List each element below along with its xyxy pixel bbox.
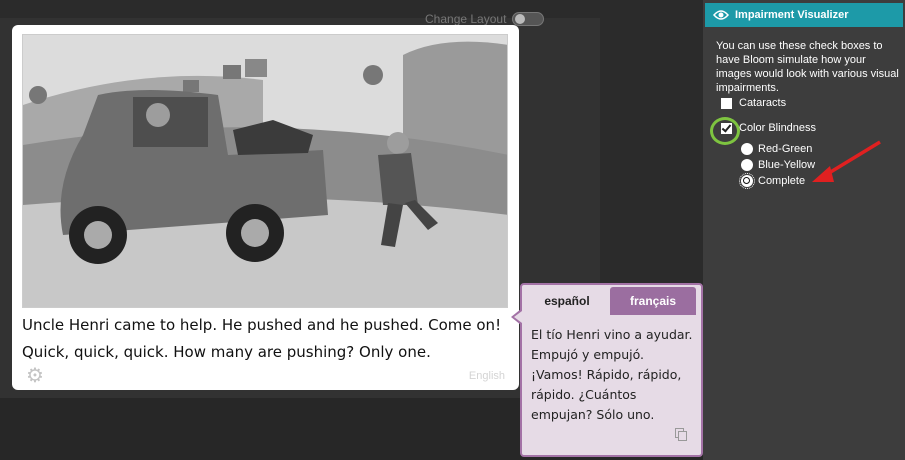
page-picture[interactable] bbox=[22, 34, 508, 308]
toggle-knob bbox=[515, 14, 526, 24]
language-tabs: español français bbox=[524, 287, 696, 317]
story-text[interactable]: Uncle Henri came to help. He pushed and … bbox=[22, 312, 508, 366]
highlight-ring bbox=[710, 117, 740, 145]
complete-radio[interactable] bbox=[739, 173, 755, 189]
cataracts-option[interactable]: Cataracts bbox=[721, 97, 786, 109]
panel-description: You can use these check boxes to have Bl… bbox=[716, 40, 899, 94]
change-layout-label: Change Layout bbox=[425, 12, 507, 26]
book-page: Uncle Henri came to help. He pushed and … bbox=[12, 25, 519, 390]
red-green-label: Red-Green bbox=[758, 143, 813, 155]
complete-label: Complete bbox=[758, 175, 806, 187]
tab-espanol[interactable]: español bbox=[524, 287, 610, 315]
red-green-radio[interactable] bbox=[741, 143, 753, 155]
color-blindness-label: Color Blindness bbox=[739, 122, 817, 134]
translation-text: El tío Henri vino a ayudar. Empujó y emp… bbox=[531, 327, 693, 422]
tab-francais[interactable]: français bbox=[610, 287, 696, 315]
cataracts-checkbox[interactable] bbox=[721, 97, 732, 109]
panel-header: Impairment Visualizer bbox=[705, 3, 903, 27]
red-arrow-annotation bbox=[812, 140, 881, 182]
complete-option[interactable]: Complete bbox=[739, 173, 806, 189]
truck-illustration bbox=[23, 35, 507, 307]
blue-yellow-radio[interactable] bbox=[741, 159, 753, 171]
impairment-panel: Impairment Visualizer You can use these … bbox=[703, 0, 905, 460]
eye-icon bbox=[713, 10, 729, 20]
copy-icon-front bbox=[678, 431, 687, 441]
translation-bubble: español français El tío Henri vino a ayu… bbox=[511, 283, 703, 457]
page-language-label: English bbox=[468, 370, 505, 382]
change-layout-toggle[interactable]: Change Layout bbox=[425, 12, 545, 26]
blue-yellow-label: Blue-Yellow bbox=[758, 159, 816, 171]
toggle-switch[interactable] bbox=[512, 12, 545, 26]
panel-title: Impairment Visualizer bbox=[735, 9, 849, 21]
cataracts-label: Cataracts bbox=[739, 97, 787, 109]
blue-yellow-option[interactable]: Blue-Yellow bbox=[741, 159, 815, 171]
red-green-option[interactable]: Red-Green bbox=[741, 143, 812, 155]
bubble-pointer-inner bbox=[514, 311, 522, 323]
copy-icon[interactable] bbox=[675, 428, 687, 441]
gear-icon[interactable]: ⚙ bbox=[26, 366, 44, 386]
